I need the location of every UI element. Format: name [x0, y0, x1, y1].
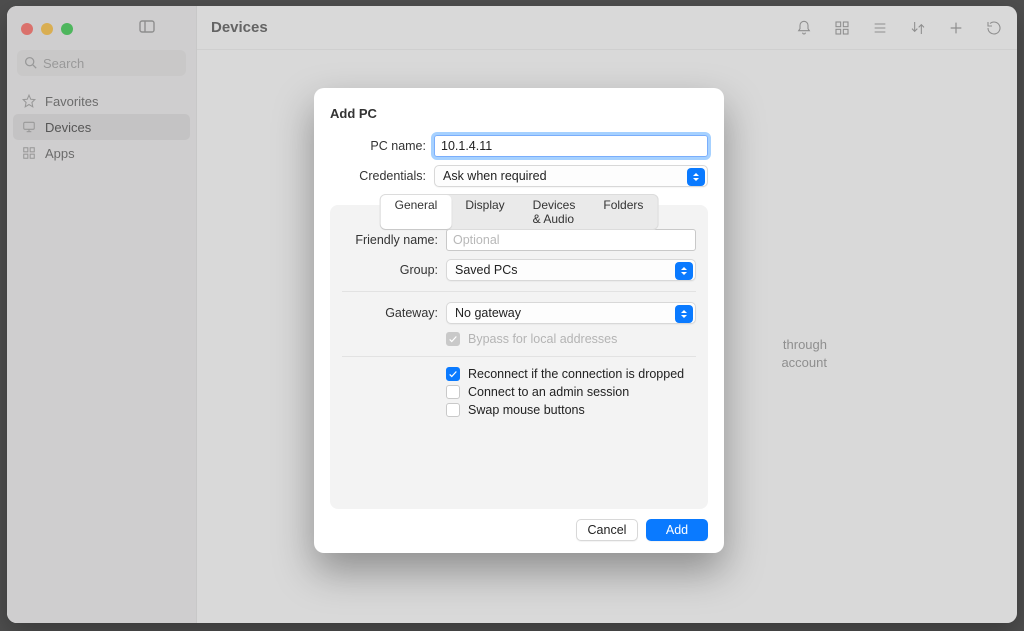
- credentials-value: Ask when required: [443, 169, 547, 183]
- swap-mouse-label: Swap mouse buttons: [468, 403, 585, 417]
- tab-display[interactable]: Display: [451, 195, 518, 229]
- tab-general[interactable]: General: [381, 195, 452, 229]
- friendly-name-label: Friendly name:: [342, 233, 446, 247]
- admin-session-checkbox[interactable]: [446, 385, 460, 399]
- reconnect-label: Reconnect if the connection is dropped: [468, 367, 684, 381]
- bypass-label: Bypass for local addresses: [468, 332, 617, 346]
- friendly-name-input[interactable]: [446, 229, 696, 251]
- add-button[interactable]: Add: [646, 519, 708, 541]
- swap-mouse-row[interactable]: Swap mouse buttons: [446, 403, 696, 417]
- chevron-updown-icon: [675, 305, 693, 323]
- add-pc-dialog: Add PC PC name: Credentials: Ask when re…: [314, 88, 724, 553]
- swap-mouse-checkbox[interactable]: [446, 403, 460, 417]
- cancel-button[interactable]: Cancel: [576, 519, 638, 541]
- pc-name-input[interactable]: [434, 135, 708, 157]
- gateway-select[interactable]: No gateway: [446, 302, 696, 324]
- divider: [342, 291, 696, 292]
- app-window: Favorites Devices Apps Devices: [7, 6, 1017, 623]
- reconnect-row[interactable]: Reconnect if the connection is dropped: [446, 367, 696, 381]
- tab-folders[interactable]: Folders: [589, 195, 657, 229]
- tab-bar: General Display Devices & Audio Folders: [380, 194, 659, 230]
- reconnect-checkbox[interactable]: [446, 367, 460, 381]
- bypass-row: Bypass for local addresses: [446, 332, 696, 346]
- credentials-select[interactable]: Ask when required: [434, 165, 708, 187]
- divider: [342, 356, 696, 357]
- tab-devices-audio[interactable]: Devices & Audio: [519, 195, 590, 229]
- group-select[interactable]: Saved PCs: [446, 259, 696, 281]
- credentials-label: Credentials:: [330, 169, 434, 183]
- chevron-updown-icon: [675, 262, 693, 280]
- bypass-checkbox: [446, 332, 460, 346]
- pc-name-label: PC name:: [330, 139, 434, 153]
- group-value: Saved PCs: [455, 263, 518, 277]
- dialog-panel: General Display Devices & Audio Folders …: [330, 205, 708, 509]
- admin-session-label: Connect to an admin session: [468, 385, 629, 399]
- admin-session-row[interactable]: Connect to an admin session: [446, 385, 696, 399]
- dialog-title: Add PC: [330, 106, 708, 121]
- chevron-updown-icon: [687, 168, 705, 186]
- gateway-value: No gateway: [455, 306, 521, 320]
- dialog-buttons: Cancel Add: [330, 509, 708, 541]
- gateway-label: Gateway:: [342, 306, 446, 320]
- group-label: Group:: [342, 263, 446, 277]
